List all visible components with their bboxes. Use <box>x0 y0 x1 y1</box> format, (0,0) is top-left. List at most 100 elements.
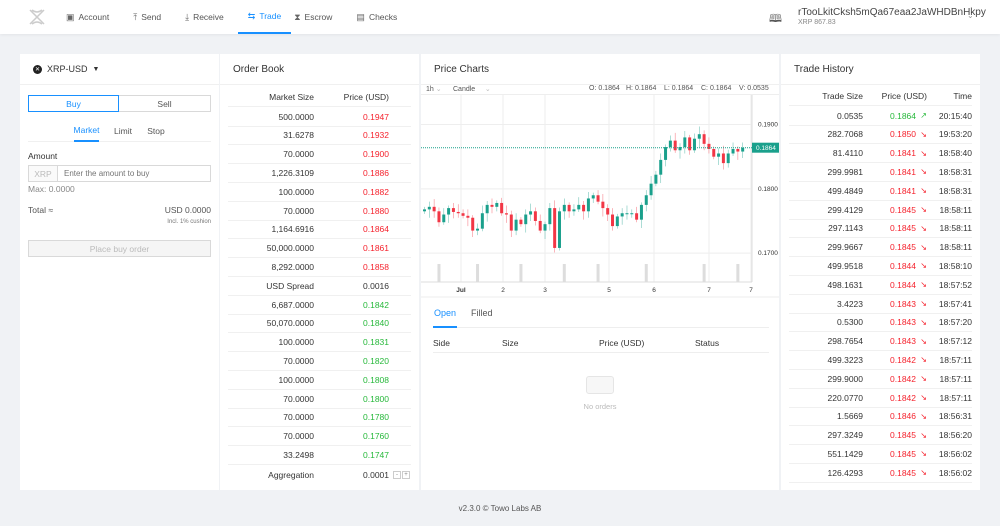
arrow-down-right-icon: ↘ <box>920 468 927 478</box>
trade-time: 18:57:11 <box>939 392 972 403</box>
size: 50,000.0000 <box>266 243 314 254</box>
last-price-label: 0.1864 <box>756 145 776 152</box>
x-tick-label: Jul <box>456 287 466 294</box>
x-tick-label: 7 <box>749 287 753 294</box>
candle <box>596 195 600 202</box>
candle <box>553 208 557 248</box>
trade-price: 0.1845 <box>890 448 916 459</box>
bid-row: 33.2498 0.1747 <box>228 446 411 465</box>
trade-size: 0.5300 <box>837 317 863 328</box>
price: 0.1842 <box>363 299 389 310</box>
candle <box>432 206 436 212</box>
trade-row: 220.0770 0.1842 18:57:11 ↘ <box>789 389 972 408</box>
address-book-icon[interactable]: 🕮 <box>769 10 782 29</box>
candle <box>644 195 648 205</box>
aggregation-row: Aggregation 0.0001- + <box>228 466 411 485</box>
trade-row: 297.3249 0.1845 18:56:20 ↘ <box>789 426 972 446</box>
place-order-button[interactable]: Place buy order <box>28 240 211 257</box>
candle <box>659 159 663 175</box>
aggregation-minus-button[interactable]: - <box>393 471 401 480</box>
trade-size: 1.5669 <box>837 411 863 422</box>
tab-market[interactable]: Market <box>74 120 100 142</box>
trade-row: 499.4849 0.1841 18:58:31 ↘ <box>789 182 972 201</box>
volume-bar <box>519 264 523 282</box>
nav-account[interactable]: ▣ Account <box>66 0 120 34</box>
arrow-down-right-icon: ↘ <box>920 449 927 459</box>
trade-history-title: Trade History <box>781 54 980 85</box>
trade-row: 81.4110 0.1841 18:58:40 ↘ <box>789 144 972 164</box>
trade-row: 299.9667 0.1845 18:58:11 ↘ <box>789 238 972 258</box>
price-chart-title: Price Charts <box>421 54 779 85</box>
bid-row: 70.0000 0.1820 <box>228 352 411 371</box>
trade-row: 299.9000 0.1842 18:57:11 ↘ <box>789 370 972 389</box>
candle <box>683 137 687 148</box>
col-price: Price (USD) <box>599 338 645 348</box>
buy-button[interactable]: Buy <box>28 95 119 112</box>
size: 1,164.6916 <box>271 224 314 235</box>
ask-row: 70.0000 0.1900 <box>228 145 411 165</box>
trade-price: 0.1843 <box>890 336 916 347</box>
volume-bar <box>736 264 740 282</box>
aggregation-plus-button[interactable]: + <box>402 471 410 480</box>
price-chart-panel: Price Charts 1h ⌄ Candle ⌄ O: 0.1864 H: … <box>421 54 779 490</box>
candle <box>692 138 696 151</box>
pair-selector[interactable]: ✕ XRP-USD ▼ <box>20 54 219 85</box>
footer-version: v2.3.0 © Towo Labs AB <box>458 504 542 513</box>
logo-icon[interactable] <box>28 8 46 26</box>
tab-limit[interactable]: Limit <box>112 120 134 142</box>
chevron-down-icon[interactable]: ⌄ <box>967 11 974 20</box>
trade-time: 18:58:40 <box>938 148 972 159</box>
y-tick-label: 0.1900 <box>758 122 778 129</box>
nav-escrow[interactable]: ⧗ Escrow <box>294 0 343 34</box>
candle <box>533 211 537 221</box>
sell-button[interactable]: Sell <box>119 95 211 112</box>
account-selector[interactable]: rTooLkitCksh5mQa67eaa2JaWHDBnHkpy XRP 86… <box>798 7 986 26</box>
trade-row: 298.7654 0.1843 18:57:12 ↘ <box>789 332 972 352</box>
bid-row: 6,687.0000 0.1842 <box>228 296 411 315</box>
tab-filled-orders[interactable]: Filled <box>471 308 493 318</box>
nav-receive[interactable]: ⤓ Receive <box>185 0 235 34</box>
price: 0.1861 <box>363 243 389 254</box>
arrow-down-right-icon: ↘ <box>920 167 927 177</box>
arrow-down-right-icon: ↘ <box>920 242 927 252</box>
price: 0.1932 <box>363 130 389 141</box>
nav-label: Trade <box>259 11 282 21</box>
nav-checks[interactable]: ▤ Checks <box>356 0 408 34</box>
size: 70.0000 <box>283 412 314 423</box>
trade-price: 0.1843 <box>890 298 916 309</box>
trade-form-panel: ✕ XRP-USD ▼ Buy Sell Market Limit Stop A… <box>20 54 219 490</box>
size: 8,292.0000 <box>271 261 314 272</box>
bid-row: 70.0000 0.1760 <box>228 427 411 447</box>
nav-send[interactable]: ⤒ Send <box>133 0 172 34</box>
header: ▣ Account ⤒ Send ⤓ Receive ⇆ Trade ⧗ Escrow ▤ Check… <box>0 0 1000 34</box>
candle <box>741 147 745 152</box>
price: Price (USD) <box>343 92 389 102</box>
trade-price: 0.1845 <box>890 467 916 478</box>
price: 0.0001 <box>363 470 389 481</box>
nav-trade[interactable]: ⇆ Trade <box>237 0 292 34</box>
cushion-note: Incl. 1% cushion <box>167 219 211 225</box>
arrow-down-right-icon: ↘ <box>920 374 927 384</box>
trade-row: 1.5669 0.1846 18:56:31 ↘ <box>789 407 972 427</box>
trade-size: 499.4849 <box>827 185 863 196</box>
arrow-down-right-icon: ↘ <box>920 336 927 346</box>
chart-type-select[interactable]: Candle ⌄ <box>453 85 491 93</box>
trade-row: 0.5300 0.1843 18:57:20 ↘ <box>789 313 972 333</box>
candle <box>630 213 634 215</box>
order-book-header: Market Size Price (USD) <box>228 88 411 107</box>
trade-time: 20:15:40 <box>938 110 972 121</box>
candle <box>639 204 643 220</box>
trade-price: 0.1843 <box>890 317 916 328</box>
size: 1,226.3109 <box>271 167 314 178</box>
candle <box>717 153 721 157</box>
size: 70.0000 <box>283 355 314 366</box>
amount-input[interactable] <box>58 166 210 181</box>
candle <box>736 148 740 152</box>
x-tick-label: 2 <box>501 287 505 294</box>
trade-row: 499.3223 0.1842 18:57:11 ↘ <box>789 351 972 370</box>
interval-select[interactable]: 1h ⌄ <box>426 85 442 93</box>
candle <box>466 215 470 218</box>
ask-row: 100.0000 0.1882 <box>228 183 411 202</box>
tab-open-orders[interactable]: Open <box>433 308 458 328</box>
tab-stop[interactable]: Stop <box>146 120 166 142</box>
